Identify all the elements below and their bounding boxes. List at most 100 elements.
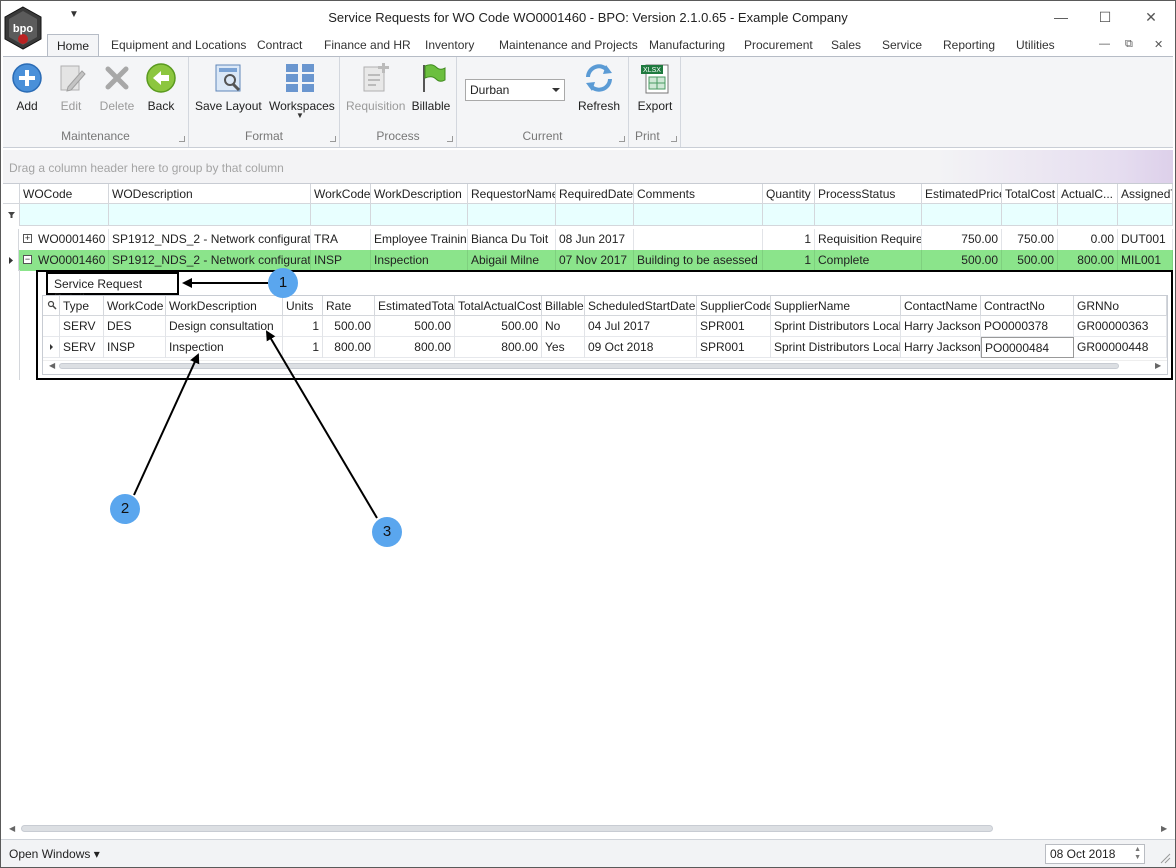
scroll-right-icon[interactable]: ▶ [1155,361,1161,370]
detail-col-workcode[interactable]: WorkCode [104,296,166,316]
group-by-panel[interactable]: Drag a column header here to group by th… [3,150,1173,184]
date-spin-up-icon[interactable]: ▲ [1134,846,1141,853]
detail-search-icon[interactable] [43,296,60,316]
detail-cell-workdescription[interactable]: Inspection [166,337,283,358]
filter-row[interactable] [3,204,1173,226]
detail-cell-totalactualcost[interactable]: 800.00 [455,337,542,358]
requisition-button[interactable]: Requisition [346,61,405,113]
cell-requestorname[interactable]: Abigail Milne [468,250,556,271]
detail-col-estimatedtotal[interactable]: EstimatedTotal [375,296,455,316]
filter-cell[interactable] [20,204,109,226]
delete-button[interactable]: Delete [95,61,139,113]
detail-col-totalactualcost[interactable]: TotalActualCost [455,296,542,316]
detail-col-rate[interactable]: Rate [323,296,375,316]
billable-button[interactable]: Billable [410,61,452,113]
detail-row[interactable]: SERV DES Design consultation 1 500.00 50… [43,316,1167,337]
resize-grip-icon[interactable] [1159,852,1171,864]
detail-cell-scheduledstartdate[interactable]: 09 Oct 2018 [585,337,697,358]
col-header-wodescription[interactable]: WODescription [109,184,311,204]
service-request-details-tab[interactable]: Service Request Details [46,272,179,305]
cell-wocode[interactable]: WO0001460 [35,250,109,271]
cell-comments[interactable] [634,229,763,250]
process-launcher-icon[interactable] [447,136,453,142]
cell-totalcost[interactable]: 500.00 [1002,250,1058,271]
row-indicator[interactable] [3,250,19,271]
format-launcher-icon[interactable] [330,136,336,142]
detail-cell-estimatedtotal[interactable]: 800.00 [375,337,455,358]
tab-maintenance-and-projects[interactable]: Maintenance and Projects [499,38,638,52]
detail-col-grnno[interactable]: GRNNo [1074,296,1167,316]
cell-quantity[interactable]: 1 [763,250,815,271]
tab-contract[interactable]: Contract [257,38,302,52]
col-header-actualcost[interactable]: ActualC... [1058,184,1118,204]
detail-col-workdescription[interactable]: WorkDescription [166,296,283,316]
detail-cell-suppliercode[interactable]: SPR001 [697,316,771,337]
cell-workdescription[interactable]: Employee Training [371,229,468,250]
save-layout-button[interactable]: Save Layout [195,61,262,113]
filter-cell[interactable] [815,204,922,226]
filter-cell[interactable] [371,204,468,226]
open-windows-menu[interactable]: Open Windows ▾ [9,847,100,861]
cell-estimatedprice[interactable]: 500.00 [922,250,1002,271]
detail-col-units[interactable]: Units [283,296,323,316]
mdi-close-button[interactable]: ✕ [1154,38,1163,51]
cell-quantity[interactable]: 1 [763,229,815,250]
col-header-workcode[interactable]: WorkCode [311,184,371,204]
main-scroll-thumb[interactable] [21,825,993,832]
detail-cell-type[interactable]: SERV [60,316,104,337]
cell-workcode[interactable]: INSP [311,250,371,271]
filter-icon[interactable] [3,204,20,226]
filter-cell[interactable] [556,204,634,226]
filter-cell[interactable] [763,204,815,226]
detail-cell-grnno[interactable]: GR00000448 [1074,337,1167,358]
site-combo[interactable]: Durban [465,79,565,101]
detail-cell-workcode[interactable]: DES [104,316,166,337]
filter-cell[interactable] [922,204,1002,226]
cell-requireddate[interactable]: 07 Nov 2017 [556,250,634,271]
detail-cell-units[interactable]: 1 [283,337,323,358]
table-row[interactable]: + WO0001460 SP1912_NDS_2 - Network confi… [3,229,1173,250]
edit-button[interactable]: Edit [53,61,89,113]
cell-estimatedprice[interactable]: 750.00 [922,229,1002,250]
detail-col-scheduledstartdate[interactable]: ScheduledStartDate [585,296,697,316]
detail-cell-contactname[interactable]: Harry Jackson [901,316,981,337]
refresh-button[interactable]: Refresh [575,61,623,113]
row-indicator[interactable] [3,229,19,250]
col-header-processstatus[interactable]: ProcessStatus [815,184,922,204]
filter-cell[interactable] [311,204,371,226]
detail-cell-contractno-focused[interactable]: PO0000484 [981,337,1074,358]
tab-equipment-and-locations[interactable]: Equipment and Locations [111,38,246,52]
col-header-quantity[interactable]: Quantity [763,184,815,204]
expand-icon[interactable]: + [23,234,32,243]
maximize-button[interactable]: ☐ [1085,5,1125,29]
main-scroll-right-icon[interactable]: ▶ [1161,824,1167,833]
cell-assignedto[interactable]: MIL001 [1118,250,1173,271]
maintenance-launcher-icon[interactable] [179,136,185,142]
col-header-requireddate[interactable]: RequiredDate [556,184,634,204]
tab-inventory[interactable]: Inventory [425,38,474,52]
collapse-icon[interactable]: − [23,255,32,264]
detail-cell-suppliername[interactable]: Sprint Distributors Local [771,337,901,358]
detail-cell-grnno[interactable]: GR00000363 [1074,316,1167,337]
detail-cell-totalactualcost[interactable]: 500.00 [455,316,542,337]
col-header-totalcost[interactable]: TotalCost [1002,184,1058,204]
detail-cell-units[interactable]: 1 [283,316,323,337]
print-launcher-icon[interactable] [671,136,677,142]
tab-service[interactable]: Service [882,38,922,52]
detail-row[interactable]: SERV INSP Inspection 1 800.00 800.00 800… [43,337,1167,358]
current-launcher-icon[interactable] [619,136,625,142]
filter-cell[interactable] [109,204,311,226]
detail-cell-suppliercode[interactable]: SPR001 [697,337,771,358]
cell-requireddate[interactable]: 08 Jun 2017 [556,229,634,250]
tab-utilities[interactable]: Utilities [1016,38,1055,52]
detail-cell-estimatedtotal[interactable]: 500.00 [375,316,455,337]
table-row-selected[interactable]: − WO0001460 SP1912_NDS_2 - Network confi… [3,250,1173,271]
minimize-button[interactable]: — [1041,5,1081,29]
detail-col-contactname[interactable]: ContactName [901,296,981,316]
cell-requestorname[interactable]: Bianca Du Toit [468,229,556,250]
detail-row-indicator[interactable] [43,316,60,337]
mdi-minimize-button[interactable]: — [1099,38,1110,50]
cell-actualcost[interactable]: 800.00 [1058,250,1118,271]
detail-horizontal-scrollbar[interactable]: ◀ ▶ [43,360,1167,370]
tab-manufacturing[interactable]: Manufacturing [649,38,725,52]
